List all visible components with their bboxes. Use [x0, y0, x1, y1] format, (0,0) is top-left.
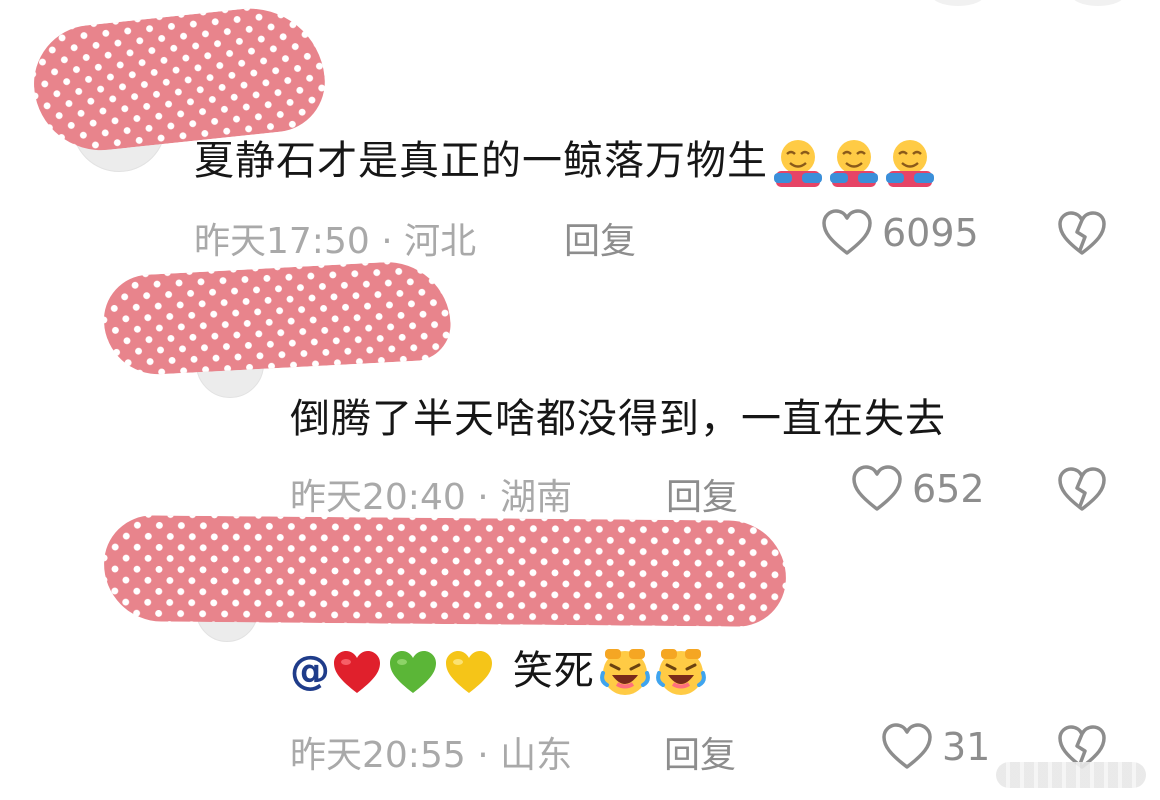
comment-text: 倒腾了半天啥都没得到，一直在失去	[290, 386, 946, 444]
yellow-heart-icon	[446, 651, 492, 693]
redacted-username	[103, 515, 787, 627]
hugging-face-icon	[774, 140, 822, 187]
top-partial-element	[930, 0, 986, 6]
heart-outline-icon	[852, 465, 902, 511]
rolling-laughing-face-icon	[655, 649, 706, 695]
hugging-face-icon	[830, 140, 878, 187]
comment-body: 笑死	[512, 648, 595, 694]
broken-heart-icon[interactable]	[1056, 466, 1108, 514]
heart-outline-icon	[822, 209, 872, 255]
heart-outline-icon	[882, 723, 932, 769]
reply-button[interactable]: 回复	[564, 212, 636, 264]
hugging-face-icon	[886, 140, 934, 187]
like-button[interactable]: 652	[850, 464, 985, 514]
comment-body: 倒腾了半天啥都没得到，一直在失去	[290, 396, 946, 442]
like-count: 31	[942, 725, 991, 769]
reply-button[interactable]: 回复	[666, 468, 738, 520]
like-count: 6095	[882, 211, 979, 255]
comment-time-location: 昨天20:55 · 山东	[290, 735, 573, 776]
like-button[interactable]: 31	[880, 722, 990, 772]
watermark	[996, 762, 1146, 788]
comment-text: 夏静石才是真正的一鲸落万物生	[194, 128, 936, 189]
red-heart-icon	[334, 651, 380, 693]
comment-list: 夏静石才是真正的一鲸落万物生 昨天17:50 · 河北 回复 6095 倒腾了半…	[0, 0, 1160, 800]
broken-heart-icon[interactable]	[1056, 210, 1108, 258]
green-heart-icon	[390, 651, 436, 693]
comment-time-location: 昨天17:50 · 河北	[194, 221, 477, 262]
comment-text: @ 笑死	[290, 638, 707, 699]
redacted-username	[101, 259, 453, 377]
comment-time-location: 昨天20:40 · 湖南	[290, 477, 573, 518]
rolling-laughing-face-icon	[599, 649, 650, 695]
reply-button[interactable]: 回复	[664, 726, 736, 778]
top-partial-element	[1070, 0, 1126, 6]
like-count: 652	[912, 467, 985, 511]
like-button[interactable]: 6095	[820, 208, 979, 258]
comment-body: 夏静石才是真正的一鲸落万物生	[194, 138, 768, 184]
mention-at-sign[interactable]: @	[290, 648, 331, 694]
